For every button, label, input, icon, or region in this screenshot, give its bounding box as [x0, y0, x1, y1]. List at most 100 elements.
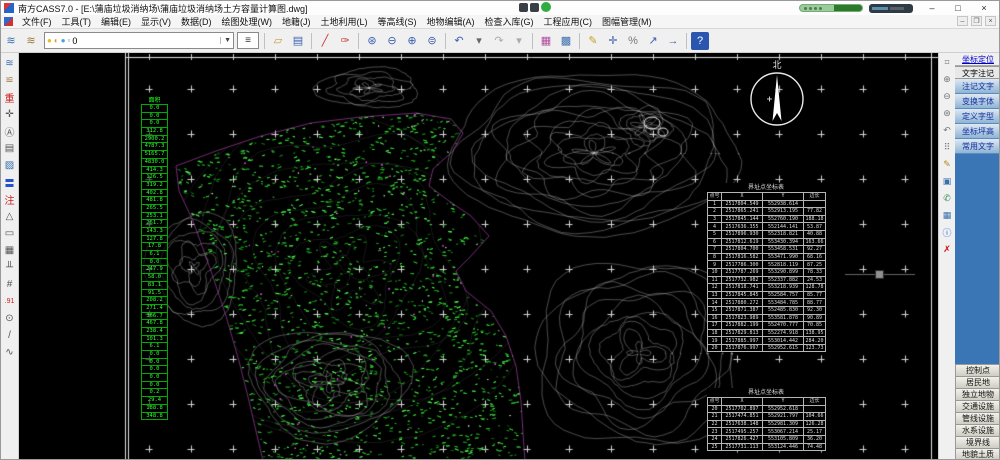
- open-icon[interactable]: ▱: [269, 32, 287, 50]
- polygon-icon[interactable]: △: [2, 208, 18, 224]
- redraw-icon[interactable]: ✑: [336, 32, 354, 50]
- menu-item-8[interactable]: 土地利用(L): [316, 15, 373, 29]
- panel-item-1[interactable]: 坐标定位: [955, 53, 1000, 66]
- chevron-down-icon[interactable]: ▼: [220, 37, 231, 44]
- redo-dropdown-icon[interactable]: ▾: [510, 32, 528, 50]
- menu-item-9[interactable]: 等高线(S): [373, 15, 422, 29]
- mdi-close-button[interactable]: ×: [985, 16, 996, 26]
- category-button-3[interactable]: 独立地物: [955, 388, 1000, 401]
- zoom-in-small-icon[interactable]: ⊕: [940, 72, 955, 87]
- menu-item-7[interactable]: 地籍(J): [277, 15, 316, 29]
- elevation-label-icon[interactable]: .91: [2, 293, 18, 309]
- menu-item-2[interactable]: 工具(T): [57, 15, 97, 29]
- link-icon[interactable]: %: [624, 32, 642, 50]
- minimize-button[interactable]: –: [919, 1, 945, 15]
- lineweight-button[interactable]: ≡: [237, 32, 259, 49]
- save-icon[interactable]: ▤: [289, 32, 307, 50]
- swatch-icon[interactable]: ▣: [940, 174, 955, 189]
- info-icon[interactable]: ⓘ: [940, 225, 955, 240]
- table-cell: 2517702.897: [722, 405, 763, 413]
- table-row: 192517885.997553014.442284.20: [708, 337, 826, 345]
- menu-item-10[interactable]: 地物编辑(A): [422, 15, 480, 29]
- station-icon[interactable]: #: [2, 276, 18, 292]
- table-cell: 9: [708, 261, 722, 269]
- undo-dropdown-icon[interactable]: ▾: [470, 32, 488, 50]
- hatch-icon[interactable]: ▤: [2, 140, 18, 156]
- layer-manager-icon[interactable]: ≋: [22, 32, 40, 50]
- menu-item-3[interactable]: 编辑(E): [96, 15, 136, 29]
- panel-filler: [955, 154, 1000, 365]
- mdi-controls[interactable]: –❐×: [957, 16, 996, 26]
- menu-item-4[interactable]: 显示(V): [136, 15, 176, 29]
- frame-grid-icon[interactable]: ▩: [557, 32, 575, 50]
- menu-item-5[interactable]: 数据(D): [176, 15, 217, 29]
- category-button-6[interactable]: 水系设施: [955, 424, 1000, 437]
- help-icon[interactable]: ?: [691, 32, 709, 50]
- zoom-out-icon[interactable]: ⊖: [383, 32, 401, 50]
- draw-line-icon[interactable]: ╱: [316, 32, 334, 50]
- edit-pencil-icon[interactable]: ✎: [584, 32, 602, 50]
- menu-item-11[interactable]: 检查入库(G): [480, 15, 539, 29]
- undo-small-icon[interactable]: ↶: [940, 123, 955, 138]
- panel-item-7[interactable]: 常用文字: [955, 139, 1000, 154]
- menu-item-12[interactable]: 工程应用(C): [539, 15, 598, 29]
- squiggle-icon[interactable]: ∿: [2, 344, 18, 360]
- panel-item-3[interactable]: 注记文字: [955, 79, 1000, 94]
- pencil-small-icon[interactable]: ✎: [940, 157, 955, 172]
- plot-icon[interactable]: ▨: [2, 157, 18, 173]
- zoom-in-icon[interactable]: ⊕: [403, 32, 421, 50]
- mdi-restore-button[interactable]: ❐: [971, 16, 982, 26]
- point-circle-icon[interactable]: ⊙: [2, 310, 18, 326]
- table-row: 152517871.387552485.83092.30: [708, 306, 826, 314]
- menu-item-6[interactable]: 绘图处理(W): [217, 15, 278, 29]
- zoom-extents-icon[interactable]: ⊜: [423, 32, 441, 50]
- annotate-a-icon[interactable]: Ⓐ: [2, 123, 18, 139]
- mdi-minimize-button[interactable]: –: [957, 16, 968, 26]
- table-icon[interactable]: ▦: [940, 208, 955, 223]
- panel-item-4[interactable]: 变换字体: [955, 94, 1000, 109]
- capture-icon[interactable]: ✆: [940, 191, 955, 206]
- panel-item-2[interactable]: 文字注记: [955, 66, 1000, 79]
- layers-icon[interactable]: ≋: [2, 32, 20, 50]
- maximize-button[interactable]: □: [945, 1, 971, 15]
- window-title: 南方CASS7.0 - [E:\蒲庙垃圾消纳场\蒲庙垃圾消纳场土方容量计算图.d…: [18, 2, 308, 15]
- layer-view-icon[interactable]: ≋: [2, 55, 18, 71]
- menu-item-13[interactable]: 图幅管理(M): [597, 15, 657, 29]
- cells-icon[interactable]: ▦: [2, 242, 18, 258]
- piles-icon[interactable]: ╨: [2, 259, 18, 275]
- delete-x-icon[interactable]: ✗: [940, 242, 955, 257]
- recording-indicator[interactable]: [799, 4, 863, 12]
- dots-icon[interactable]: ⠿: [940, 140, 955, 155]
- zoom-window-small-icon[interactable]: ⊛: [940, 106, 955, 121]
- panel-item-5[interactable]: 定义字型: [955, 109, 1000, 124]
- layer-edit-icon[interactable]: ≌: [2, 72, 18, 88]
- zoom-out-small-icon[interactable]: ⊖: [940, 89, 955, 104]
- menu-item-1[interactable]: 文件(F): [17, 15, 57, 29]
- slope-line-icon[interactable]: /: [2, 327, 18, 343]
- symbol-library-icon[interactable]: ▦: [537, 32, 555, 50]
- pan-gear-icon[interactable]: ✛: [2, 106, 18, 122]
- category-button-5[interactable]: 管线设施: [955, 412, 1000, 425]
- move-icon[interactable]: ✛: [604, 32, 622, 50]
- grid-snap-icon[interactable]: ⌗: [940, 55, 955, 70]
- rectangle-icon[interactable]: ▭: [2, 225, 18, 241]
- trim-line-icon[interactable]: →: [664, 32, 682, 50]
- layer-combo[interactable]: ●◐●▫ 0 ▼: [44, 32, 234, 49]
- overlay-slider[interactable]: [869, 4, 913, 13]
- redo-icon[interactable]: ↷: [490, 32, 508, 50]
- table-cell: 2517865.241: [722, 208, 763, 216]
- panel-item-6[interactable]: 坐标坪高: [955, 124, 1000, 139]
- category-button-8[interactable]: 地貌土质: [955, 448, 1000, 460]
- drawing-viewport[interactable]: 面积 0.00.00.0312.82900.24787.35165.74830.…: [19, 53, 938, 460]
- zoom-window-icon[interactable]: ⊛: [363, 32, 381, 50]
- label-zhu-icon[interactable]: 注: [2, 191, 18, 207]
- regen-icon[interactable]: 重: [2, 89, 18, 105]
- category-button-4[interactable]: 交通设施: [955, 400, 1000, 413]
- table-row: 22517865.241552913.19577.82: [708, 208, 826, 216]
- close-button[interactable]: ×: [971, 1, 997, 15]
- table-row: 182517829.813552274.918138.95: [708, 329, 826, 337]
- undo-icon[interactable]: ↶: [450, 32, 468, 50]
- overlay-widget-icons[interactable]: [519, 1, 551, 13]
- parallel-lines-icon[interactable]: 〓: [2, 174, 18, 190]
- extend-line-icon[interactable]: ↗: [644, 32, 662, 50]
